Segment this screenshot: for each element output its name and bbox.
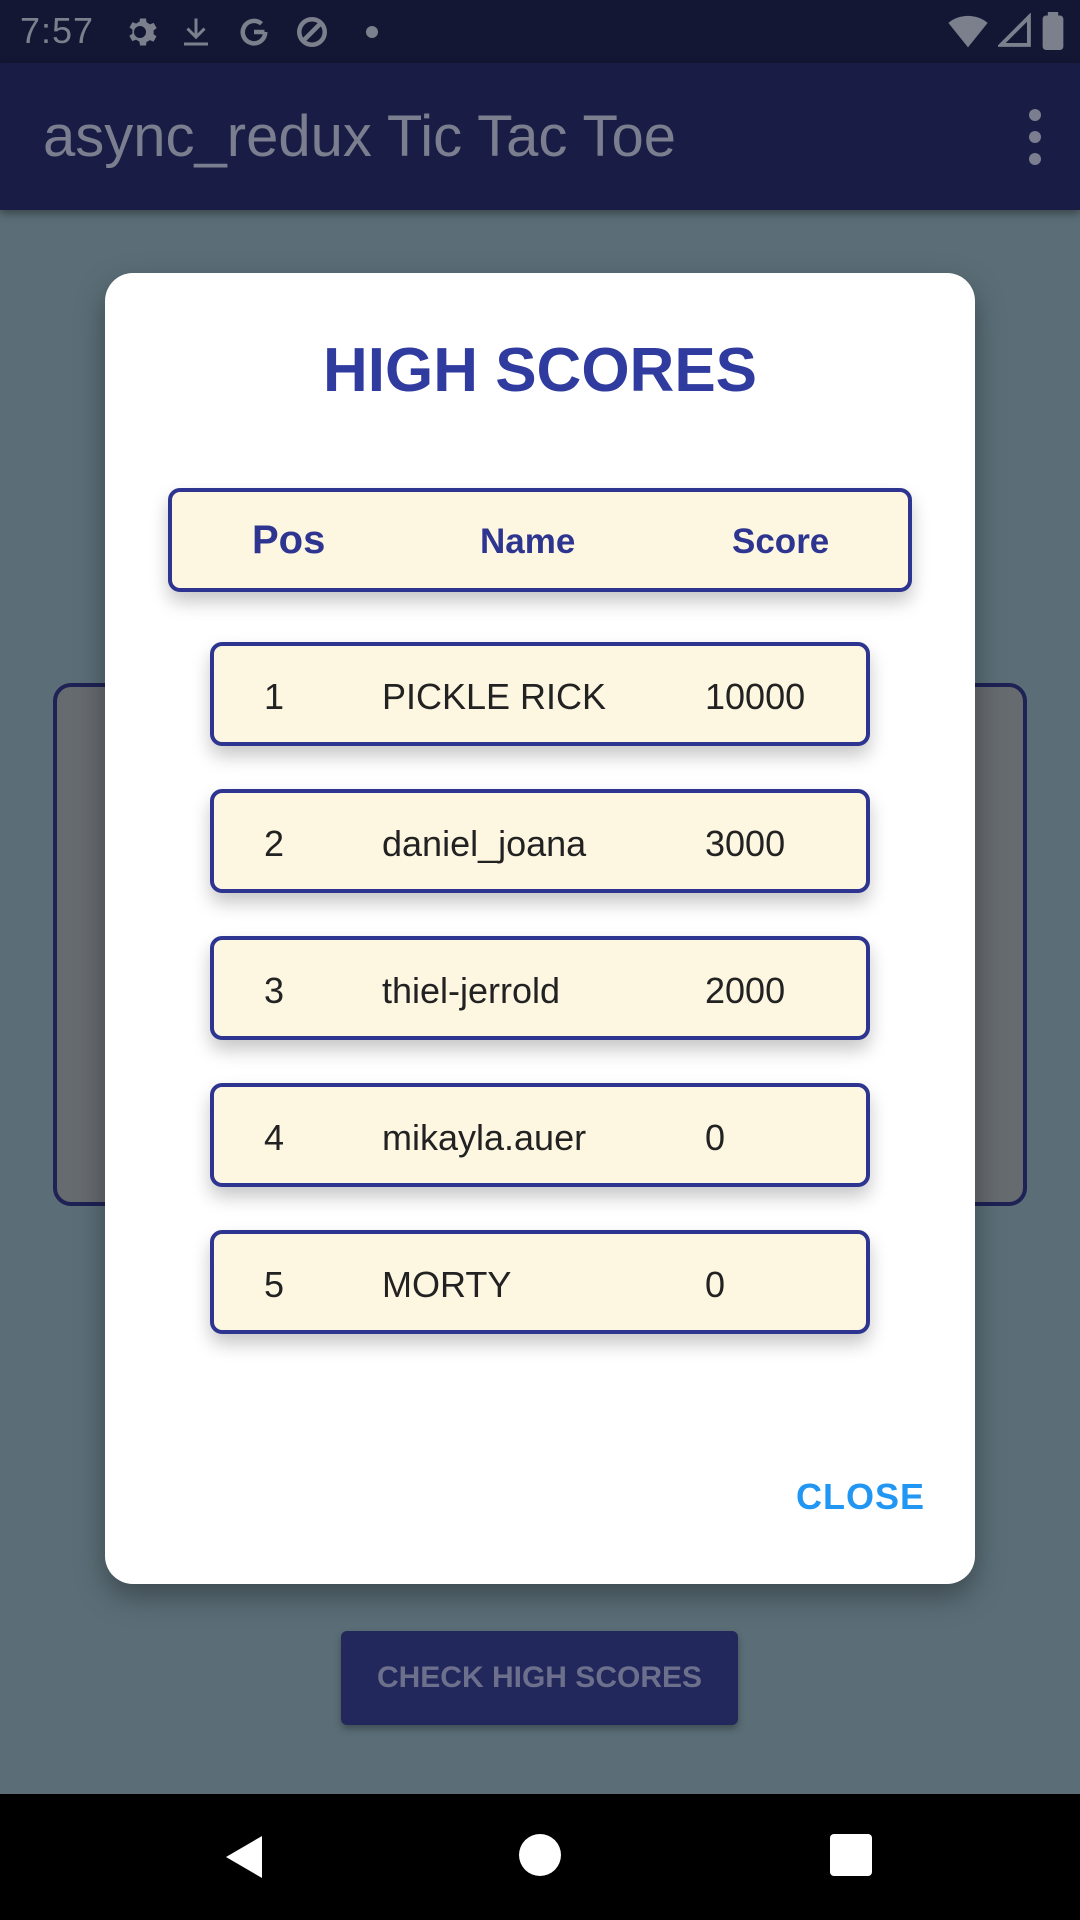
high-scores-dialog: HIGH SCORES Pos Name Score 1 PICKLE RICK… xyxy=(105,273,975,1584)
row-pos: 3 xyxy=(264,970,285,1011)
close-button[interactable]: CLOSE xyxy=(796,1476,925,1518)
google-icon xyxy=(240,18,268,46)
table-header: Pos Name Score xyxy=(168,488,912,592)
row-score: 2000 xyxy=(705,970,786,1011)
row-score: 10000 xyxy=(705,676,806,717)
download-icon xyxy=(184,18,208,46)
row-score: 0 xyxy=(705,1117,726,1158)
app-title: async_redux Tic Tac Toe xyxy=(43,104,676,169)
row-name: MORTY xyxy=(382,1264,512,1305)
dot-icon xyxy=(366,26,378,38)
table-row: 5 MORTY 0 xyxy=(210,1230,870,1334)
header-name: Name xyxy=(480,522,576,561)
gear-icon xyxy=(129,18,157,46)
back-icon[interactable] xyxy=(222,1834,266,1880)
row-name: daniel_joana xyxy=(382,823,587,864)
check-high-scores-button[interactable]: CHECK HIGH SCORES xyxy=(341,1631,738,1725)
navigation-bar xyxy=(0,1794,1080,1920)
table-row: 4 mikayla.auer 0 xyxy=(210,1083,870,1187)
battery-icon xyxy=(1042,12,1064,50)
status-time: 7:57 xyxy=(20,10,95,51)
row-name: PICKLE RICK xyxy=(382,676,607,717)
status-bar: 7:57 xyxy=(0,0,1080,63)
app-bar: async_redux Tic Tac Toe xyxy=(0,63,1080,210)
row-score: 0 xyxy=(705,1264,726,1305)
data-saver-icon xyxy=(297,17,327,47)
table-row: 3 thiel-jerrold 2000 xyxy=(210,936,870,1040)
dialog-title: HIGH SCORES xyxy=(322,336,758,405)
recents-icon[interactable] xyxy=(830,1834,872,1876)
table-row: 1 PICKLE RICK 10000 xyxy=(210,642,870,746)
table-row: 2 daniel_joana 3000 xyxy=(210,789,870,893)
row-pos: 5 xyxy=(264,1264,285,1305)
row-pos: 2 xyxy=(264,823,285,864)
wifi-icon xyxy=(948,15,988,48)
header-pos: Pos xyxy=(252,518,326,562)
header-score: Score xyxy=(732,522,830,561)
home-icon[interactable] xyxy=(519,1834,561,1876)
row-pos: 4 xyxy=(264,1117,285,1158)
row-name: thiel-jerrold xyxy=(382,970,561,1011)
row-pos: 1 xyxy=(264,676,285,717)
row-name: mikayla.auer xyxy=(382,1117,587,1158)
more-vert-icon[interactable] xyxy=(1020,109,1050,165)
row-score: 3000 xyxy=(705,823,786,864)
signal-icon xyxy=(998,13,1031,47)
